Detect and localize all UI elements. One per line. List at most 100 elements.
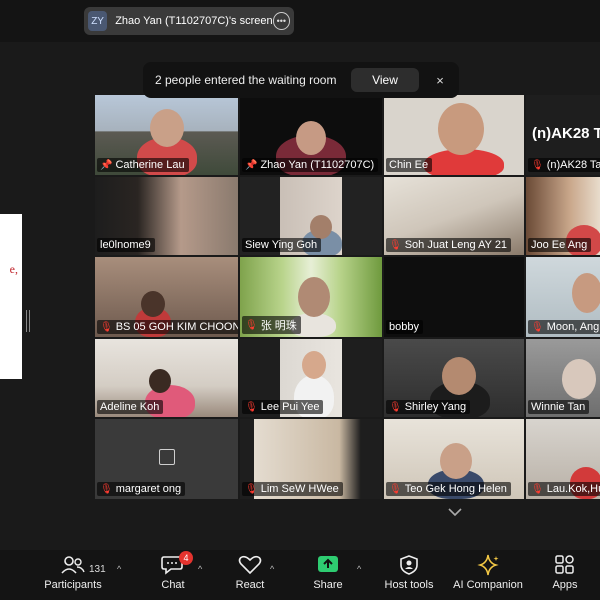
- pin-icon: 📌: [100, 159, 113, 171]
- video-tile[interactable]: 🎙 Moon, Ang: [526, 257, 600, 337]
- participant-name-tag: le0lnome9: [97, 238, 155, 252]
- video-tile[interactable]: 🎙 Shirley Yang: [384, 339, 524, 417]
- chevron-down-icon[interactable]: [444, 505, 466, 523]
- participant-head: [310, 215, 332, 239]
- view-waiting-room-button[interactable]: View: [351, 68, 419, 92]
- participant-head: [438, 103, 484, 155]
- participant-name-tag: Adeline Koh: [97, 400, 164, 414]
- participant-name: BS 05 GOH KIM CHOON: [115, 321, 238, 333]
- participant-head: [572, 273, 600, 313]
- close-icon[interactable]: ×: [433, 73, 447, 88]
- react-button[interactable]: React: [230, 554, 270, 598]
- video-tile[interactable]: 📌 Zhao Yan (T1102707C): [240, 95, 382, 175]
- participant-name: bobby: [389, 321, 419, 333]
- video-tile[interactable]: Joo Ee Ang: [526, 177, 600, 255]
- host-tools-label: Host tools: [384, 579, 434, 591]
- chat-unread-badge: 4: [179, 551, 193, 565]
- apps-label: Apps: [552, 579, 578, 591]
- participant-name-tag: 🎙 (n)AK28 Ta: [528, 158, 600, 172]
- mic-muted-icon: 🎙: [389, 483, 402, 495]
- participant-name: margaret ong: [115, 483, 182, 495]
- participants-label: Participants: [44, 579, 102, 591]
- splitter-handle[interactable]: [26, 310, 30, 332]
- mic-muted-icon: 🎙: [389, 239, 402, 251]
- video-tile[interactable]: 🎙 张 明珠: [240, 257, 382, 337]
- participant-name: Chin Ee: [389, 159, 429, 171]
- share-label: Share: [313, 579, 343, 591]
- mic-muted-icon: 🎙: [245, 401, 258, 413]
- mic-muted-icon: 🎙: [531, 321, 544, 333]
- apps-icon: [552, 554, 578, 576]
- chat-icon: 4: [160, 551, 193, 576]
- video-tile[interactable]: Adeline Koh: [95, 339, 238, 417]
- participant-head: [562, 359, 596, 399]
- participant-name: Soh Juat Leng AY 21: [404, 239, 508, 251]
- participant-name-tag: Winnie Tan: [528, 400, 590, 414]
- sparkle-icon: [475, 554, 501, 576]
- participant-name-tag: Siew Ying Goh: [242, 238, 322, 252]
- participant-name: Adeline Koh: [100, 401, 160, 413]
- top-bar: ZY Zhao Yan (T1102707C)'s screen •••: [0, 0, 600, 42]
- meeting-toolbar: Participants 131 ^ 4 Chat ^ React ^ Shar…: [0, 550, 600, 600]
- participant-head: [141, 291, 165, 317]
- video-tile[interactable]: 🎙 Teo Gek Hong Helen: [384, 419, 524, 499]
- screen-share-indicator[interactable]: ZY Zhao Yan (T1102707C)'s screen •••: [84, 7, 294, 35]
- participant-name: 张 明珠: [260, 320, 297, 332]
- participant-name: Siew Ying Goh: [245, 239, 318, 251]
- participant-name: Winnie Tan: [531, 401, 586, 413]
- video-tile[interactable]: 🎙 Soh Juat Leng AY 21: [384, 177, 524, 255]
- mic-muted-icon: 🎙: [389, 401, 402, 413]
- mic-muted-icon: 🎙: [531, 483, 544, 495]
- participant-display-name: (n)AK28 T: [532, 125, 600, 142]
- participant-name: Zhao Yan (T1102707C): [260, 159, 375, 171]
- video-tile[interactable]: Siew Ying Goh: [240, 177, 382, 255]
- shared-document-text: e,: [9, 262, 18, 276]
- react-caret-icon[interactable]: ^: [270, 564, 274, 574]
- video-tile[interactable]: 📌 Catherine Lau: [95, 95, 238, 175]
- video-tile[interactable]: Winnie Tan: [526, 339, 600, 417]
- participants-caret-icon[interactable]: ^: [117, 564, 121, 574]
- pin-icon: 📌: [245, 159, 258, 171]
- participant-name-tag: 🎙 margaret ong: [97, 482, 186, 496]
- participant-name-tag: 🎙 Soh Juat Leng AY 21: [386, 238, 512, 252]
- chat-label: Chat: [161, 579, 185, 591]
- video-tile[interactable]: 🎙 Lim SeW HWee: [240, 419, 382, 499]
- video-tile[interactable]: 🎙 Lau.Kok,Hu: [526, 419, 600, 499]
- waiting-room-notification: 2 people entered the waiting room View ×: [143, 62, 459, 98]
- participants-button[interactable]: Participants: [40, 554, 106, 598]
- chat-caret-icon[interactable]: ^: [198, 564, 202, 574]
- ai-companion-button[interactable]: AI Companion: [448, 554, 528, 598]
- participant-name-tag: 🎙 Lau.Kok,Hu: [528, 482, 600, 496]
- video-tile[interactable]: bobby: [384, 257, 524, 337]
- participant-name-tag: 📌 Zhao Yan (T1102707C): [242, 158, 379, 172]
- share-button[interactable]: Share: [308, 554, 348, 598]
- host-tools-button[interactable]: Host tools: [380, 554, 438, 598]
- mic-muted-icon: 🎙: [245, 483, 258, 495]
- screen-share-title: Zhao Yan (T1102707C)'s screen: [115, 15, 273, 27]
- video-tile[interactable]: Chin Ee: [384, 95, 524, 175]
- participant-head: [296, 121, 326, 155]
- participant-head: [298, 277, 330, 317]
- video-tile[interactable]: le0lnome9: [95, 177, 238, 255]
- participant-name: Lee Pui Yee: [260, 401, 320, 413]
- chat-button[interactable]: 4 Chat: [155, 551, 193, 598]
- share-caret-icon[interactable]: ^: [357, 564, 361, 574]
- video-tile[interactable]: (n)AK28 T 🎙 (n)AK28 Ta: [526, 95, 600, 175]
- participant-name-tag: 📌 Catherine Lau: [97, 158, 189, 172]
- sharer-avatar: ZY: [88, 11, 108, 31]
- participant-name-tag: 🎙 张 明珠: [242, 316, 301, 334]
- participant-name-tag: 🎙 Teo Gek Hong Helen: [386, 482, 511, 496]
- video-tile[interactable]: 🎙 Lee Pui Yee: [240, 339, 382, 417]
- more-options-icon[interactable]: •••: [272, 12, 290, 30]
- participant-head: [150, 109, 184, 147]
- participant-head: [302, 351, 326, 379]
- apps-button[interactable]: Apps: [548, 554, 582, 598]
- shared-document-edge: e,: [0, 214, 22, 379]
- video-tile[interactable]: 🎙 BS 05 GOH KIM CHOON: [95, 257, 238, 337]
- participant-name-tag: 🎙 Lim SeW HWee: [242, 482, 343, 496]
- shield-icon: [396, 554, 422, 576]
- waiting-room-message: 2 people entered the waiting room: [155, 73, 337, 87]
- participant-name-tag: 🎙 Shirley Yang: [386, 400, 471, 414]
- participant-head: [149, 369, 171, 393]
- video-tile[interactable]: 🎙 margaret ong: [95, 419, 238, 499]
